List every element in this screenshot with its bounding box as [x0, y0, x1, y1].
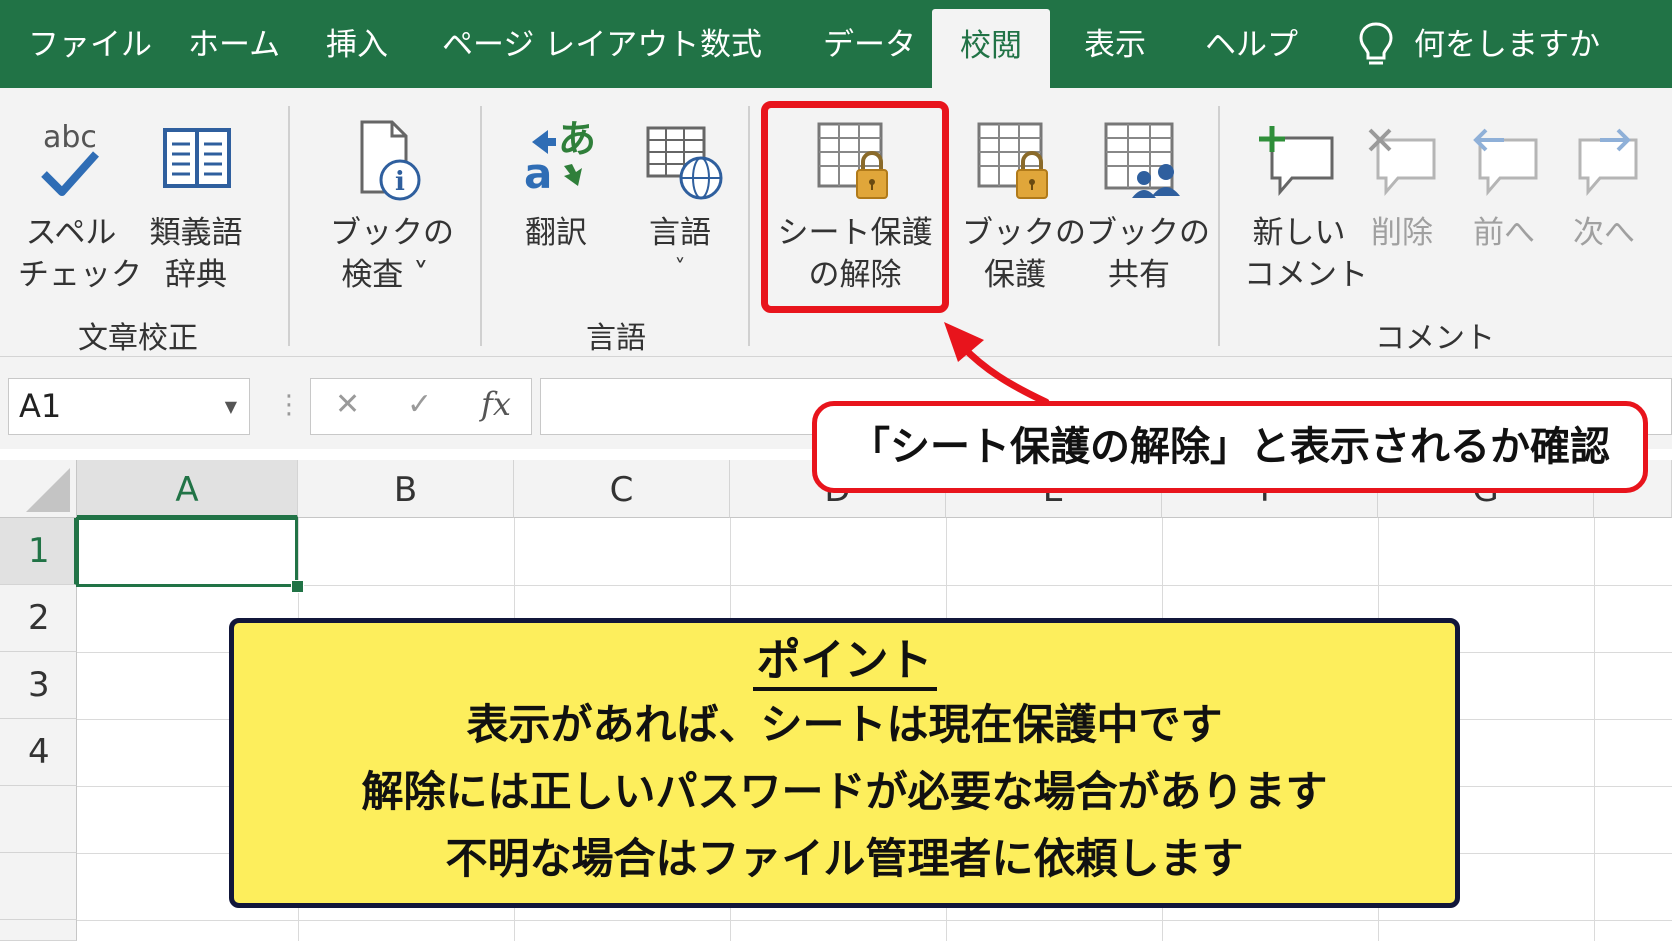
- callout-check-unprotect: 「シート保護の解除」と表示されるか確認: [812, 401, 1648, 493]
- point-title: ポイント: [752, 635, 937, 691]
- point-note-box: ポイント 表示があれば、シートは現在保護中です 解除には正しいパスワードが必要な…: [229, 618, 1460, 908]
- point-line-1: 表示があれば、シートは現在保護中です: [466, 700, 1223, 749]
- point-line-2: 解除には正しいパスワードが必要な場合があります: [361, 767, 1328, 816]
- point-line-3: 不明な場合はファイル管理者に依頼します: [445, 834, 1244, 883]
